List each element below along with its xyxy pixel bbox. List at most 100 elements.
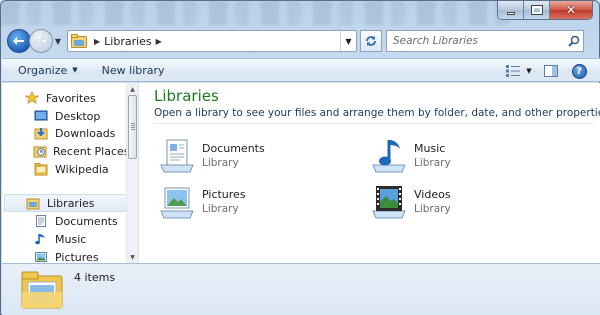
library-tile-pictures[interactable]: Pictures Library <box>158 181 348 221</box>
nav-favorites[interactable]: Favorites <box>2 89 127 107</box>
help-icon: ? <box>571 63 587 79</box>
new-library-label: New library <box>101 63 165 77</box>
change-view-button[interactable] <box>502 62 524 80</box>
refresh-button[interactable] <box>360 30 382 52</box>
item-count: 4 items <box>74 271 116 284</box>
explorer-window: ✕ ▼ ▶ Libraries ▶ ▼ Search Libraries Org… <box>0 0 600 315</box>
libraries-folder-icon <box>71 34 87 48</box>
nav-recent-places-label: Recent Places <box>53 144 130 158</box>
address-bar[interactable]: ▶ Libraries ▶ ▼ <box>67 30 357 52</box>
nav-wikipedia-label: Wikipedia <box>55 162 109 176</box>
search-input[interactable] <box>393 35 565 47</box>
library-tile-videos-text: Videos Library <box>414 188 451 215</box>
close-icon: ✕ <box>565 3 577 17</box>
help-button[interactable]: ? <box>568 62 590 80</box>
library-tile-documents-text: Documents Library <box>202 142 265 169</box>
breadcrumb-separator-icon[interactable]: ▶ <box>156 37 162 46</box>
nav-wikipedia[interactable]: Wikipedia <box>2 160 127 178</box>
library-tile-documents[interactable]: Documents Library <box>158 135 348 175</box>
minimize-icon <box>506 11 515 15</box>
library-type: Library <box>414 202 451 215</box>
library-tile-music-text: Music Library <box>414 142 451 169</box>
organize-menu[interactable]: Organize ▼ <box>18 64 78 77</box>
desktop-icon <box>33 108 49 124</box>
chevron-down-icon: ▼ <box>345 36 352 46</box>
library-name: Videos <box>414 187 451 201</box>
nav-pane-scrollbar[interactable]: ▲ ▼ <box>126 83 138 263</box>
search-icon[interactable] <box>565 35 583 47</box>
breadcrumb-separator-icon[interactable]: ▶ <box>94 37 100 46</box>
recent-places-icon <box>33 143 47 159</box>
address-row: ▼ ▶ Libraries ▶ ▼ <box>7 27 595 55</box>
maximize-icon <box>530 5 543 15</box>
command-bar-tools: ▼ ? <box>496 61 590 81</box>
search-box[interactable] <box>386 30 584 52</box>
nav-libraries-label: Libraries <box>47 196 95 210</box>
command-bar: Organize ▼ New library ▼ ? <box>2 58 600 82</box>
forward-arrow-icon <box>35 36 48 46</box>
nav-documents[interactable]: Documents <box>2 212 127 230</box>
breadcrumb-libraries[interactable]: Libraries <box>104 35 152 48</box>
details-pane: 4 items <box>2 263 600 315</box>
recent-pages-button[interactable]: ▼ <box>53 29 63 53</box>
music-library-icon <box>372 140 406 173</box>
header-divider <box>154 123 594 124</box>
nav-libraries[interactable]: Libraries <box>4 194 127 212</box>
nav-desktop[interactable]: Desktop <box>2 107 127 125</box>
scrollbar-thumb[interactable] <box>128 95 137 159</box>
glass-titlebar <box>1 1 511 25</box>
forward-button[interactable] <box>29 29 53 53</box>
organize-label: Organize <box>18 63 68 77</box>
documents-library-icon <box>160 139 194 173</box>
back-button[interactable] <box>7 29 31 53</box>
scroll-up-icon[interactable]: ▲ <box>127 83 138 95</box>
library-name: Documents <box>202 141 265 155</box>
libraries-icon <box>25 195 41 211</box>
page-subtitle: Open a library to see your files and arr… <box>154 107 600 119</box>
documents-icon <box>33 213 49 229</box>
back-arrow-icon <box>13 37 24 45</box>
library-type: Library <box>202 202 239 215</box>
close-button[interactable]: ✕ <box>550 1 592 19</box>
content-pane: Libraries Open a library to see your fil… <box>140 83 600 263</box>
library-type: Library <box>414 156 451 169</box>
nav-music-label: Music <box>55 232 87 246</box>
library-tile-videos[interactable]: Videos Library <box>370 181 560 221</box>
library-type: Library <box>202 156 239 169</box>
music-icon <box>33 231 49 247</box>
libraries-folder-icon <box>21 271 63 309</box>
scroll-down-icon[interactable]: ▼ <box>127 251 138 263</box>
downloads-icon <box>33 125 49 141</box>
explorer-body: Favorites Desktop Downloads Recent Place… <box>2 83 600 263</box>
view-dropdown-button[interactable]: ▼ <box>524 62 534 80</box>
library-tile-music[interactable]: Music Library <box>370 135 560 175</box>
library-name: Pictures <box>202 187 246 201</box>
nav-downloads-label: Downloads <box>55 126 116 140</box>
library-name: Music <box>414 141 446 155</box>
pictures-library-icon <box>160 187 194 219</box>
nav-documents-label: Documents <box>55 214 118 228</box>
refresh-icon <box>366 36 376 46</box>
view-options-icon <box>506 65 520 77</box>
navigation-pane: Favorites Desktop Downloads Recent Place… <box>2 83 139 263</box>
nav-recent-places[interactable]: Recent Places <box>2 142 130 160</box>
nav-desktop-label: Desktop <box>55 109 101 123</box>
folder-icon <box>33 161 49 177</box>
minimize-button[interactable] <box>498 1 524 19</box>
nav-favorites-label: Favorites <box>46 91 96 105</box>
chevron-down-icon: ▼ <box>526 67 532 75</box>
page-title: Libraries <box>154 87 219 105</box>
videos-library-icon <box>372 186 406 219</box>
caption-buttons: ✕ <box>497 1 593 20</box>
preview-pane-button[interactable] <box>540 62 562 80</box>
preview-pane-icon <box>544 65 558 77</box>
nav-pictures[interactable]: Pictures <box>2 248 127 263</box>
nav-downloads[interactable]: Downloads <box>2 124 127 142</box>
chevron-down-icon: ▼ <box>54 36 62 46</box>
library-tile-pictures-text: Pictures Library <box>202 188 246 215</box>
star-icon <box>24 90 40 106</box>
address-history-dropdown[interactable]: ▼ <box>340 31 356 51</box>
maximize-button[interactable] <box>524 1 550 19</box>
nav-music[interactable]: Music <box>2 230 127 248</box>
new-library-button[interactable]: New library <box>102 64 165 77</box>
